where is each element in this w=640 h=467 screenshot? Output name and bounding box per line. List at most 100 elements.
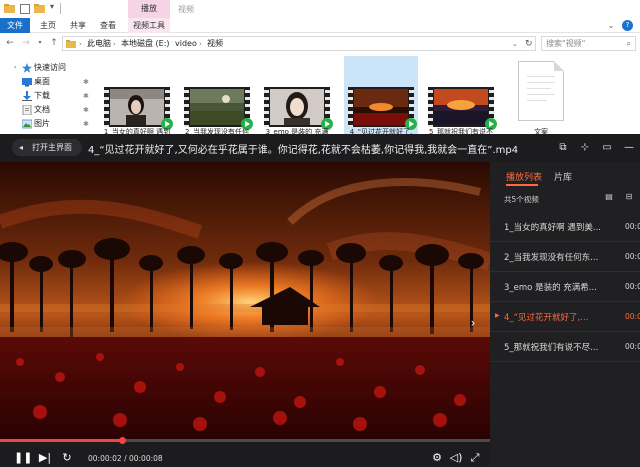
help-icon[interactable]: ? xyxy=(622,20,633,31)
text-file-icon[interactable] xyxy=(518,61,564,121)
playlist-item-duration: 00:0 xyxy=(625,222,640,231)
playlist-item[interactable]: 3_emo 是装的 充满希... 00:0 xyxy=(490,272,640,302)
volume-icon[interactable]: ◁) xyxy=(449,451,463,465)
nav-item-pictures[interactable]: 图片 ✱ xyxy=(0,117,94,131)
progress-knob[interactable] xyxy=(119,437,126,444)
video-thumbnail-4[interactable] xyxy=(348,87,417,130)
tab-share[interactable]: 共享 xyxy=(66,18,90,33)
time-separator: / xyxy=(121,454,129,463)
video-frame xyxy=(270,89,324,125)
open-main-interface-button[interactable]: ◂ 打开主界面 xyxy=(12,139,82,156)
pin-icon[interactable]: ✱ xyxy=(83,89,89,103)
video-thumbnail-1[interactable] xyxy=(104,87,173,130)
ribbon-tabs: 文件 主页 共享 查看 视频工具 ⌄ ? xyxy=(0,18,640,33)
address-dropdown-icon[interactable]: ⌄ xyxy=(512,38,518,50)
playlist-item-duration: 00:0 xyxy=(625,282,640,291)
next-frame-arrow-icon[interactable]: › xyxy=(466,315,480,331)
fullscreen-icon[interactable]: ⤢ xyxy=(468,451,482,465)
playlist-count: 共5个视频 xyxy=(504,195,539,204)
tab-view[interactable]: 查看 xyxy=(96,18,120,33)
pin-icon[interactable]: ✱ xyxy=(83,103,89,117)
playlist-item-title: 1_当女的真好啊 遇到美... xyxy=(504,223,601,233)
nav-item-documents[interactable]: 文档 ✱ xyxy=(0,103,94,117)
video-frame xyxy=(0,162,490,439)
desktop-icon xyxy=(22,78,32,87)
tab-file[interactable]: 文件 xyxy=(0,18,30,33)
nav-item-desktop[interactable]: 桌面 ✱ xyxy=(0,75,94,89)
expand-arrow-icon[interactable]: › xyxy=(14,61,16,75)
add-folder-icon[interactable]: ▤ xyxy=(604,192,614,202)
toolbar-divider xyxy=(60,3,61,14)
title-bar: ▾ 播放 视频 xyxy=(0,0,640,18)
window-title: 视频 xyxy=(178,5,194,14)
video-thumbnail-3[interactable] xyxy=(264,87,333,130)
active-tab-underline xyxy=(506,184,538,186)
nav-item-quick-access[interactable]: › 快速访问 xyxy=(0,61,94,75)
nav-label: 图片 xyxy=(34,119,50,128)
breadcrumb-separator-icon: › xyxy=(113,40,116,48)
refresh-icon[interactable]: ↻ xyxy=(525,38,533,50)
playlist-item-active[interactable]: ▶ 4_“见过花开就好了,... 00:0 xyxy=(490,302,640,332)
film-strip-icon xyxy=(428,87,494,127)
mini-mode-icon[interactable]: ▭ xyxy=(600,141,614,155)
recent-locations-icon[interactable]: ▾ xyxy=(34,37,46,49)
breadcrumb-separator-icon: › xyxy=(79,40,82,48)
current-time: 00:00:02 xyxy=(88,454,122,463)
star-icon xyxy=(22,63,32,73)
folder-icon[interactable] xyxy=(4,3,15,14)
video-frame xyxy=(110,89,164,125)
navigation-pane: › 快速访问 桌面 ✱ 下载 ✱ 文档 ✱ 图片 ✱ xyxy=(0,53,94,140)
file-explorer-window: ▾ 播放 视频 文件 主页 共享 查看 视频工具 ⌄ ? ← → ▾ ↑ › 此… xyxy=(0,0,640,140)
properties-checkbox-icon[interactable] xyxy=(20,4,30,14)
search-icon: ⌕ xyxy=(626,39,631,48)
playlist-item[interactable]: 5_那就祝我们有说不尽... 00:0 xyxy=(490,332,640,362)
pin-icon[interactable]: ✱ xyxy=(83,117,89,131)
video-thumbnail-2[interactable] xyxy=(184,87,253,130)
tab-home[interactable]: 主页 xyxy=(36,18,60,33)
playlist-item[interactable]: 1_当女的真好啊 遇到美... 00:0 xyxy=(490,212,640,242)
clear-list-icon[interactable]: ⊟ xyxy=(624,192,634,202)
playlist-item-title: 5_那就祝我们有说不尽... xyxy=(504,343,599,353)
tab-library[interactable]: 片库 xyxy=(554,170,572,183)
film-strip-icon xyxy=(104,87,170,127)
tab-playlist[interactable]: 播放列表 xyxy=(506,170,542,183)
video-player-window: ◂ 打开主界面 4_“见过花开就好了,又何必在乎花属于谁。你记得花,花就不会枯萎… xyxy=(0,134,640,467)
back-arrow-icon: ◂ xyxy=(19,143,24,152)
breadcrumb-current[interactable]: 视频 xyxy=(207,38,223,50)
video-thumbnail-5[interactable] xyxy=(428,87,497,130)
playlist-panel: 播放列表 片库 共5个视频 ▤ ⊟ 1_当女的真好啊 遇到美... 00:0 2… xyxy=(490,162,640,467)
download-icon xyxy=(22,91,32,101)
playlist-item[interactable]: 2_当我发现没有任何东... 00:0 xyxy=(490,242,640,272)
loop-mode-icon[interactable]: ↻ xyxy=(60,451,74,465)
back-arrow-icon[interactable]: ← xyxy=(4,37,16,49)
up-arrow-icon[interactable]: ↑ xyxy=(48,37,60,49)
video-viewport[interactable]: › xyxy=(0,162,490,439)
playlist-item-title: 3_emo 是装的 充满希... xyxy=(504,283,597,293)
ribbon-collapse-icon[interactable]: ⌄ xyxy=(606,21,616,31)
breadcrumb-video[interactable]: video xyxy=(175,38,197,50)
search-placeholder: 搜索"视频" xyxy=(546,39,586,48)
nav-label: 桌面 xyxy=(34,77,50,86)
screen-cast-icon[interactable]: ⧉ xyxy=(556,141,570,155)
minimize-icon[interactable]: — xyxy=(622,141,636,155)
document-icon xyxy=(22,105,32,115)
pause-icon[interactable]: ❚❚ xyxy=(14,451,32,465)
breadcrumb-this-pc[interactable]: 此电脑 xyxy=(87,38,111,50)
progress-bar[interactable] xyxy=(0,437,490,444)
new-folder-icon[interactable] xyxy=(34,3,45,14)
video-frame xyxy=(354,89,408,125)
settings-gear-icon[interactable]: ⚙ xyxy=(430,451,444,465)
playlist-item-title: 4_“见过花开就好了,... xyxy=(504,313,589,323)
search-input[interactable]: 搜索"视频" ⌕ xyxy=(541,36,636,51)
next-track-icon[interactable]: ▶| xyxy=(38,451,52,465)
nav-label: 快速访问 xyxy=(34,63,66,72)
pin-icon[interactable]: ✱ xyxy=(83,75,89,89)
nav-item-downloads[interactable]: 下载 ✱ xyxy=(0,89,94,103)
forward-arrow-icon[interactable]: → xyxy=(20,37,32,49)
breadcrumb-drive[interactable]: 本地磁盘 (E:) xyxy=(121,38,170,50)
pin-on-top-icon[interactable]: ⊹ xyxy=(578,141,592,155)
video-frame xyxy=(190,89,244,125)
nav-label: 下载 xyxy=(34,91,50,100)
address-bar[interactable]: › 此电脑 › 本地磁盘 (E:) › video › 视频 ⌄ ↻ xyxy=(62,36,536,51)
tab-video-tools[interactable]: 视频工具 xyxy=(128,18,170,33)
